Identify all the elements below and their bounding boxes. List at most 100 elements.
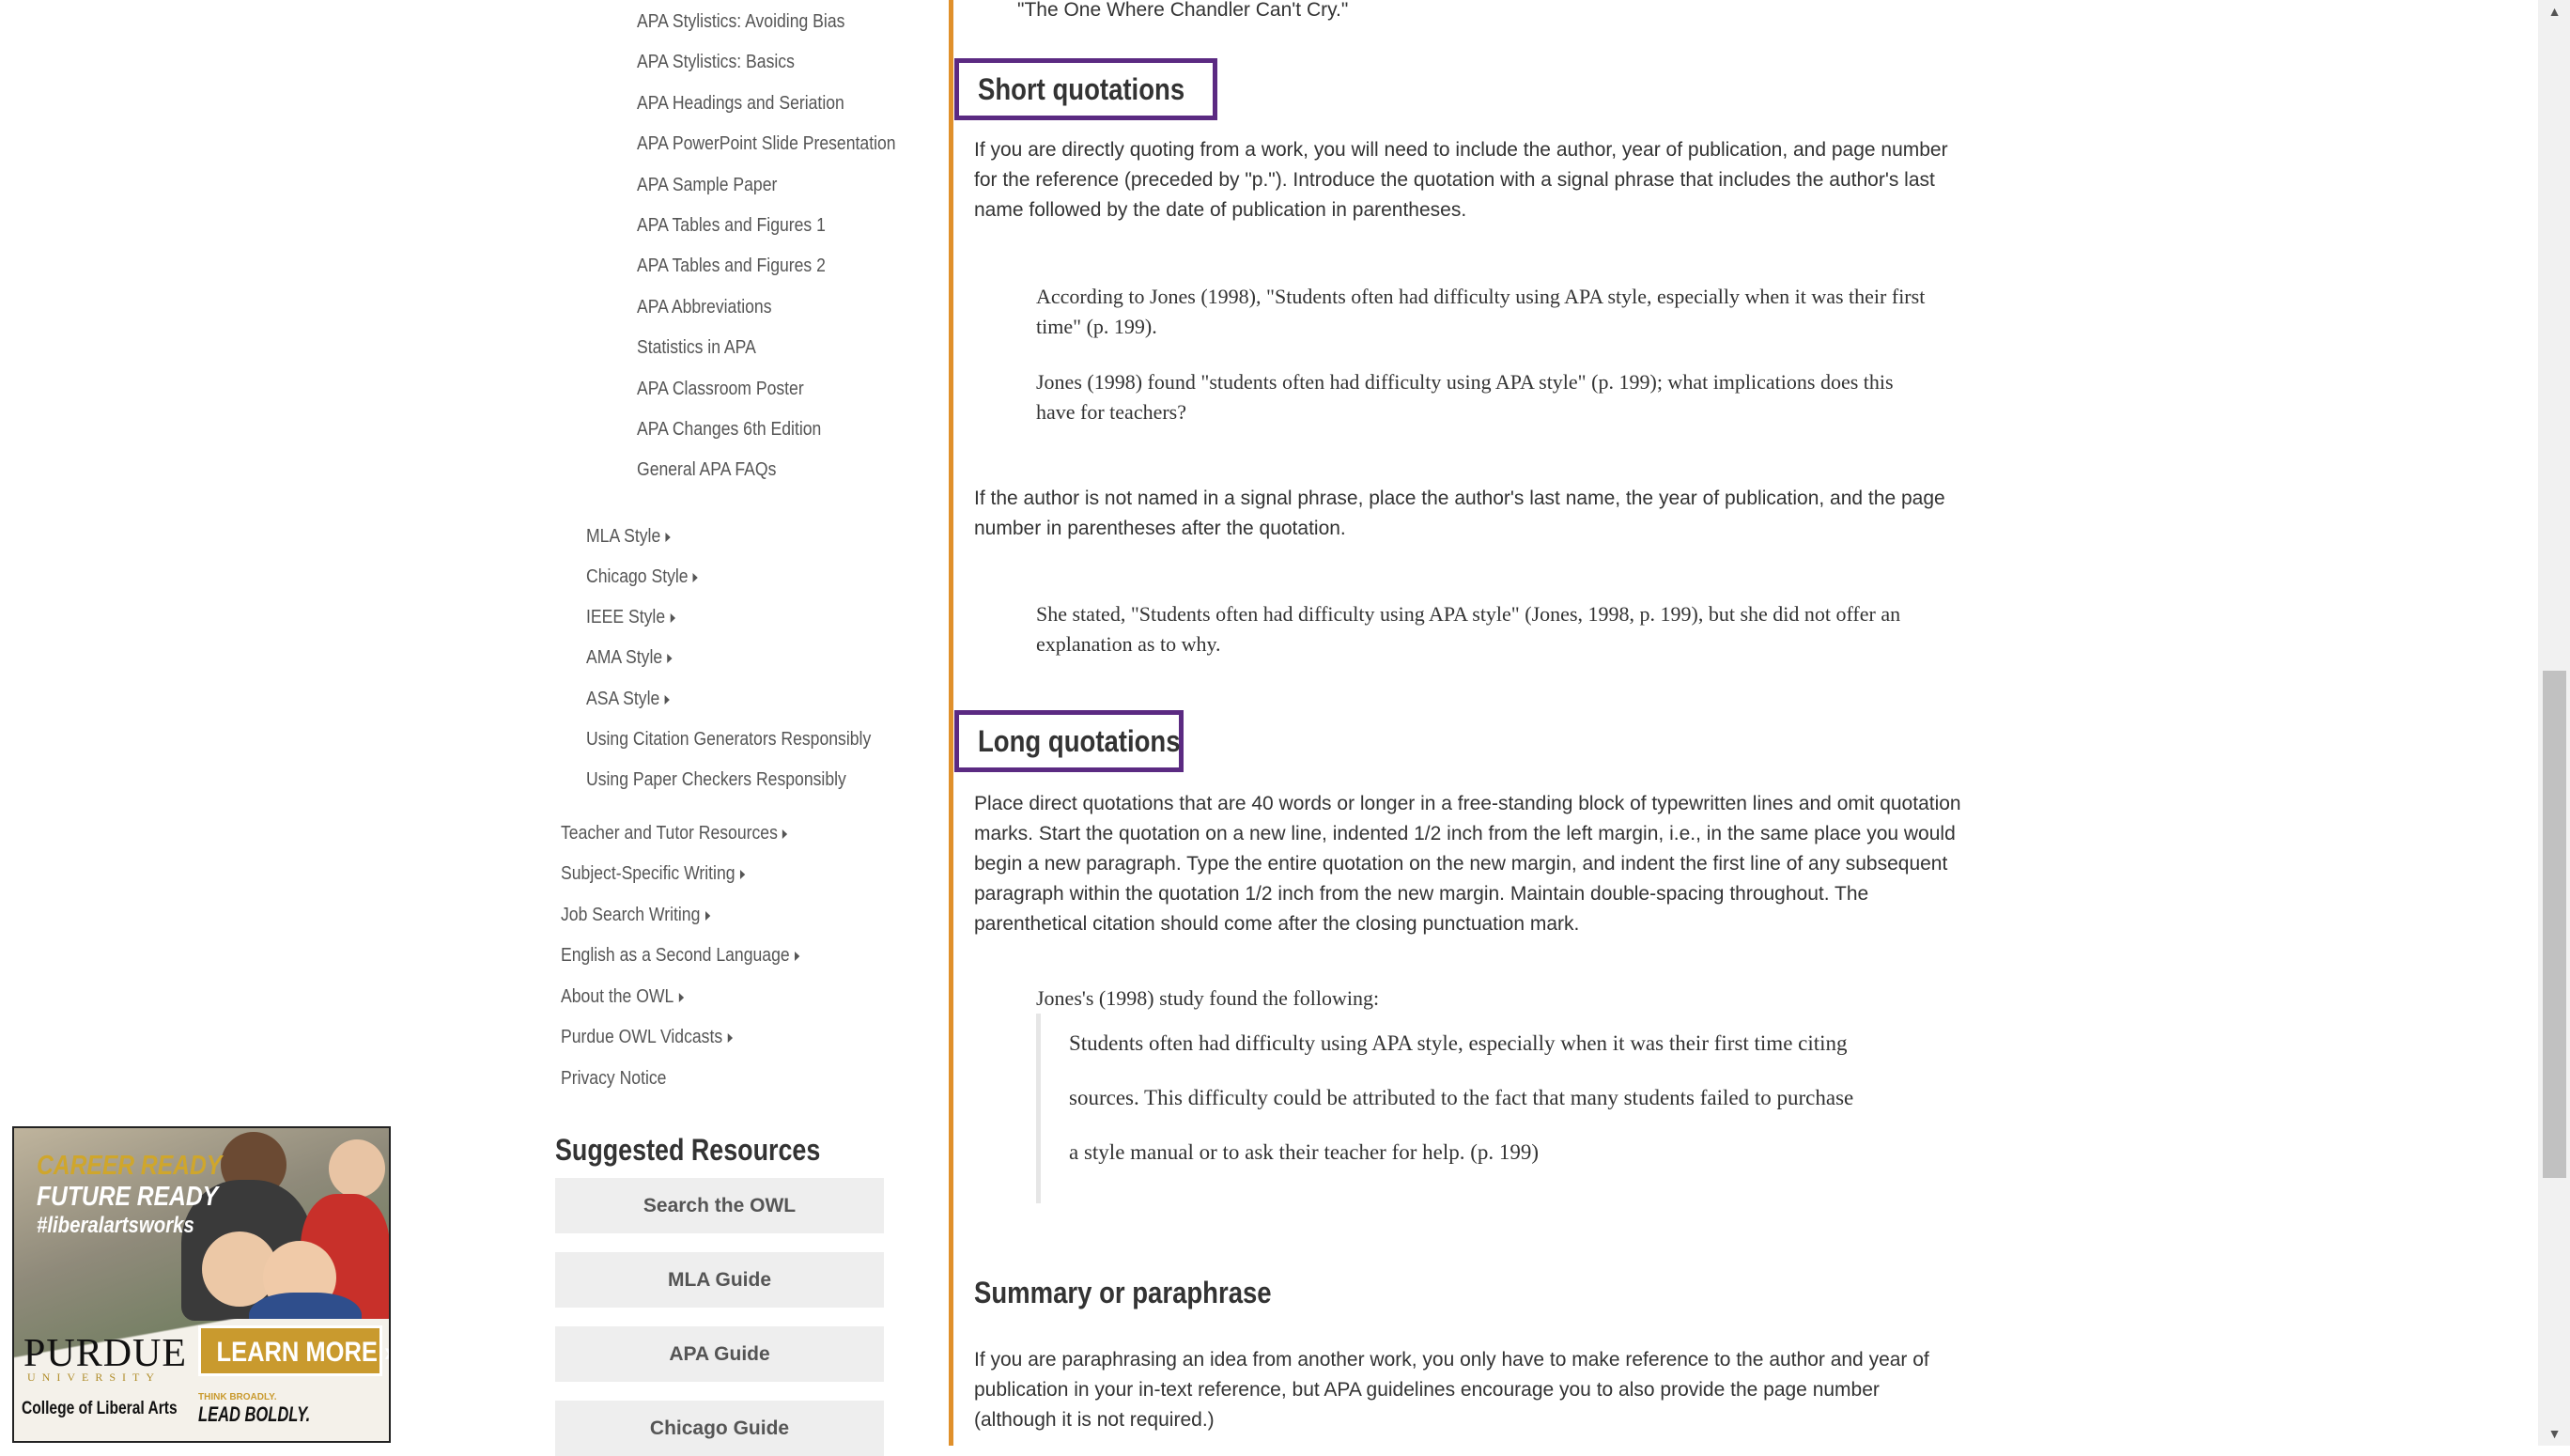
blockquote-line: Students often had difficulty using APA …	[1069, 1031, 1848, 1055]
purdue-logo-university: UNIVERSITY	[27, 1371, 161, 1384]
nav-item-label: ASA Style	[586, 689, 660, 709]
search-the-owl-button[interactable]: Search the OWL	[555, 1178, 884, 1233]
nav-item-subject-specific[interactable]: Subject-Specific Writing	[561, 863, 746, 885]
blockquote-line: sources. This difficulty could be attrib…	[1069, 1086, 1854, 1109]
summary-paraphrase-paragraph: If you are paraphrasing an idea from ano…	[974, 1345, 1989, 1435]
example-line: time" (p. 199).	[1036, 315, 1157, 338]
ad-headline-2: FUTURE READY	[37, 1182, 219, 1212]
caret-right-icon	[727, 1032, 733, 1043]
paragraph-line: marks. Start the quotation on a new line…	[974, 823, 1956, 844]
caret-right-icon	[794, 951, 800, 961]
nav-item-label: English as a Second Language	[561, 945, 790, 966]
nav-item-label: Teacher and Tutor Resources	[561, 823, 778, 844]
nav-item-label: Chicago Style	[586, 566, 689, 587]
nav-item-label: Purdue OWL Vidcasts	[561, 1027, 723, 1047]
nav-item-apa-changes[interactable]: APA Changes 6th Edition	[637, 419, 821, 441]
nav-item-apa-tables-1[interactable]: APA Tables and Figures 1	[637, 215, 826, 237]
paragraph-line: publication in your in-text reference, b…	[974, 1379, 1880, 1401]
paragraph-line: name followed by the date of publication…	[974, 199, 1467, 221]
paragraph-line: Place direct quotations that are 40 word…	[974, 793, 1961, 814]
scroll-up-arrow-icon[interactable]: ▲	[2543, 2, 2566, 21]
nav-item-label: IEEE Style	[586, 607, 666, 627]
nav-item-job-search[interactable]: Job Search Writing	[561, 905, 710, 926]
top-quote: "The One Where Chandler Can't Cry."	[1017, 0, 1349, 21]
suggested-resources-heading: Suggested Resources	[555, 1133, 821, 1167]
nav-item-apa-faqs[interactable]: General APA FAQs	[637, 459, 776, 481]
short-quotations-heading-text: Short quotations	[978, 72, 1185, 106]
chicago-guide-button[interactable]: Chicago Guide	[555, 1401, 884, 1456]
nav-item-about-owl[interactable]: About the OWL	[561, 986, 684, 1008]
block-quotation: Students often had difficulty using APA …	[1036, 1014, 2004, 1203]
short-quotations-paragraph: If you are directly quoting from a work,…	[974, 135, 1989, 225]
caret-right-icon	[782, 829, 788, 839]
long-quote-intro: Jones's (1998) study found the following…	[1036, 986, 1380, 1010]
apa-guide-button[interactable]: APA Guide	[555, 1326, 884, 1382]
nav-item-apa-sample-paper[interactable]: APA Sample Paper	[637, 175, 777, 196]
paragraph-line: begin a new paragraph. Type the entire q…	[974, 853, 1948, 875]
nav-item-chicago-style[interactable]: Chicago Style	[586, 566, 699, 588]
ad-photo-person	[329, 1139, 385, 1198]
example-3: She stated, "Students often had difficul…	[1036, 599, 1975, 659]
scroll-down-arrow-icon[interactable]: ▼	[2543, 1424, 2566, 1443]
long-quotations-heading: Long quotations	[954, 710, 1184, 772]
nav-item-apa-abbreviations[interactable]: APA Abbreviations	[637, 297, 772, 318]
paragraph-line: parenthetical citation should come after…	[974, 913, 1580, 935]
nav-item-owl-vidcasts[interactable]: Purdue OWL Vidcasts	[561, 1027, 733, 1048]
caret-right-icon	[739, 869, 746, 879]
nav-item-label: AMA Style	[586, 647, 663, 668]
mla-guide-button[interactable]: MLA Guide	[555, 1252, 884, 1308]
nav-item-teacher-tutor[interactable]: Teacher and Tutor Resources	[561, 823, 788, 844]
purdue-logo: PURDUE	[23, 1332, 188, 1375]
nav-item-apa-headings[interactable]: APA Headings and Seriation	[637, 93, 844, 115]
nav-item-citation-generators[interactable]: Using Citation Generators Responsibly	[586, 729, 871, 751]
nav-item-label: About the OWL	[561, 986, 674, 1007]
caret-right-icon	[670, 612, 675, 623]
example-2: Jones (1998) found "students often had d…	[1036, 367, 1975, 427]
example-line: Jones (1998) found "students often had d…	[1036, 370, 1894, 394]
ad-tagline-small: THINK BROADLY.	[198, 1392, 277, 1402]
short-quotations-paragraph-2: If the author is not named in a signal p…	[974, 484, 1989, 544]
paragraph-line: number in parentheses after the quotatio…	[974, 518, 1346, 539]
example-line: explanation as to why.	[1036, 632, 1221, 656]
paragraph-line: If you are paraphrasing an idea from ano…	[974, 1349, 1929, 1371]
nav-item-label: Job Search Writing	[561, 905, 701, 925]
paragraph-line: If the author is not named in a signal p…	[974, 488, 1945, 509]
example-line: She stated, "Students often had difficul…	[1036, 602, 1901, 626]
ad-headline-1: CAREER READY	[37, 1151, 223, 1181]
nav-item-privacy-notice[interactable]: Privacy Notice	[561, 1068, 666, 1090]
caret-right-icon	[667, 653, 673, 663]
learn-more-button[interactable]: LEARN MORE ›	[198, 1325, 389, 1376]
paragraph-line: for the reference (preceded by "p."). In…	[974, 169, 1935, 191]
nav-item-statistics-in-apa[interactable]: Statistics in APA	[637, 337, 756, 359]
long-quotations-heading-text: Long quotations	[978, 724, 1181, 758]
paragraph-line: paragraph within the quotation 1/2 inch …	[974, 883, 1869, 905]
nav-item-ieee-style[interactable]: IEEE Style	[586, 607, 675, 628]
example-line: have for teachers?	[1036, 400, 1187, 424]
paragraph-line: (although it is not required.)	[974, 1409, 1215, 1431]
caret-right-icon	[704, 910, 710, 921]
long-quotations-paragraph: Place direct quotations that are 40 word…	[974, 789, 1989, 939]
nav-item-apa-powerpoint[interactable]: APA PowerPoint Slide Presentation	[637, 133, 896, 155]
caret-right-icon	[665, 532, 671, 542]
nav-item-apa-basics[interactable]: APA Stylistics: Basics	[637, 52, 795, 73]
example-line: According to Jones (1998), "Students oft…	[1036, 285, 1926, 308]
nav-item-mla-style[interactable]: MLA Style	[586, 526, 671, 548]
nav-item-apa-avoiding-bias[interactable]: APA Stylistics: Avoiding Bias	[637, 11, 844, 33]
ad-tagline-big: LEAD BOLDLY.	[198, 1402, 311, 1426]
nav-item-asa-style[interactable]: ASA Style	[586, 689, 670, 710]
caret-right-icon	[678, 992, 684, 1002]
nav-item-apa-classroom-poster[interactable]: APA Classroom Poster	[637, 379, 804, 400]
nav-item-paper-checkers[interactable]: Using Paper Checkers Responsibly	[586, 769, 846, 791]
nav-item-esl[interactable]: English as a Second Language	[561, 945, 800, 967]
paragraph-line: If you are directly quoting from a work,…	[974, 139, 1948, 161]
ad-college-name: College of Liberal Arts	[22, 1399, 178, 1418]
purdue-liberal-arts-ad[interactable]: CAREER READY FUTURE READY #liberalartswo…	[12, 1126, 391, 1443]
scrollbar-thumb[interactable]	[2543, 671, 2566, 1178]
nav-item-apa-tables-2[interactable]: APA Tables and Figures 2	[637, 256, 826, 277]
nav-item-ama-style[interactable]: AMA Style	[586, 647, 673, 669]
example-1: According to Jones (1998), "Students oft…	[1036, 282, 1975, 342]
short-quotations-heading: Short quotations	[954, 58, 1217, 120]
ad-hashtag: #liberalartsworks	[37, 1213, 194, 1238]
summary-paraphrase-heading: Summary or paraphrase	[974, 1276, 1272, 1309]
nav-item-label: Subject-Specific Writing	[561, 863, 735, 884]
